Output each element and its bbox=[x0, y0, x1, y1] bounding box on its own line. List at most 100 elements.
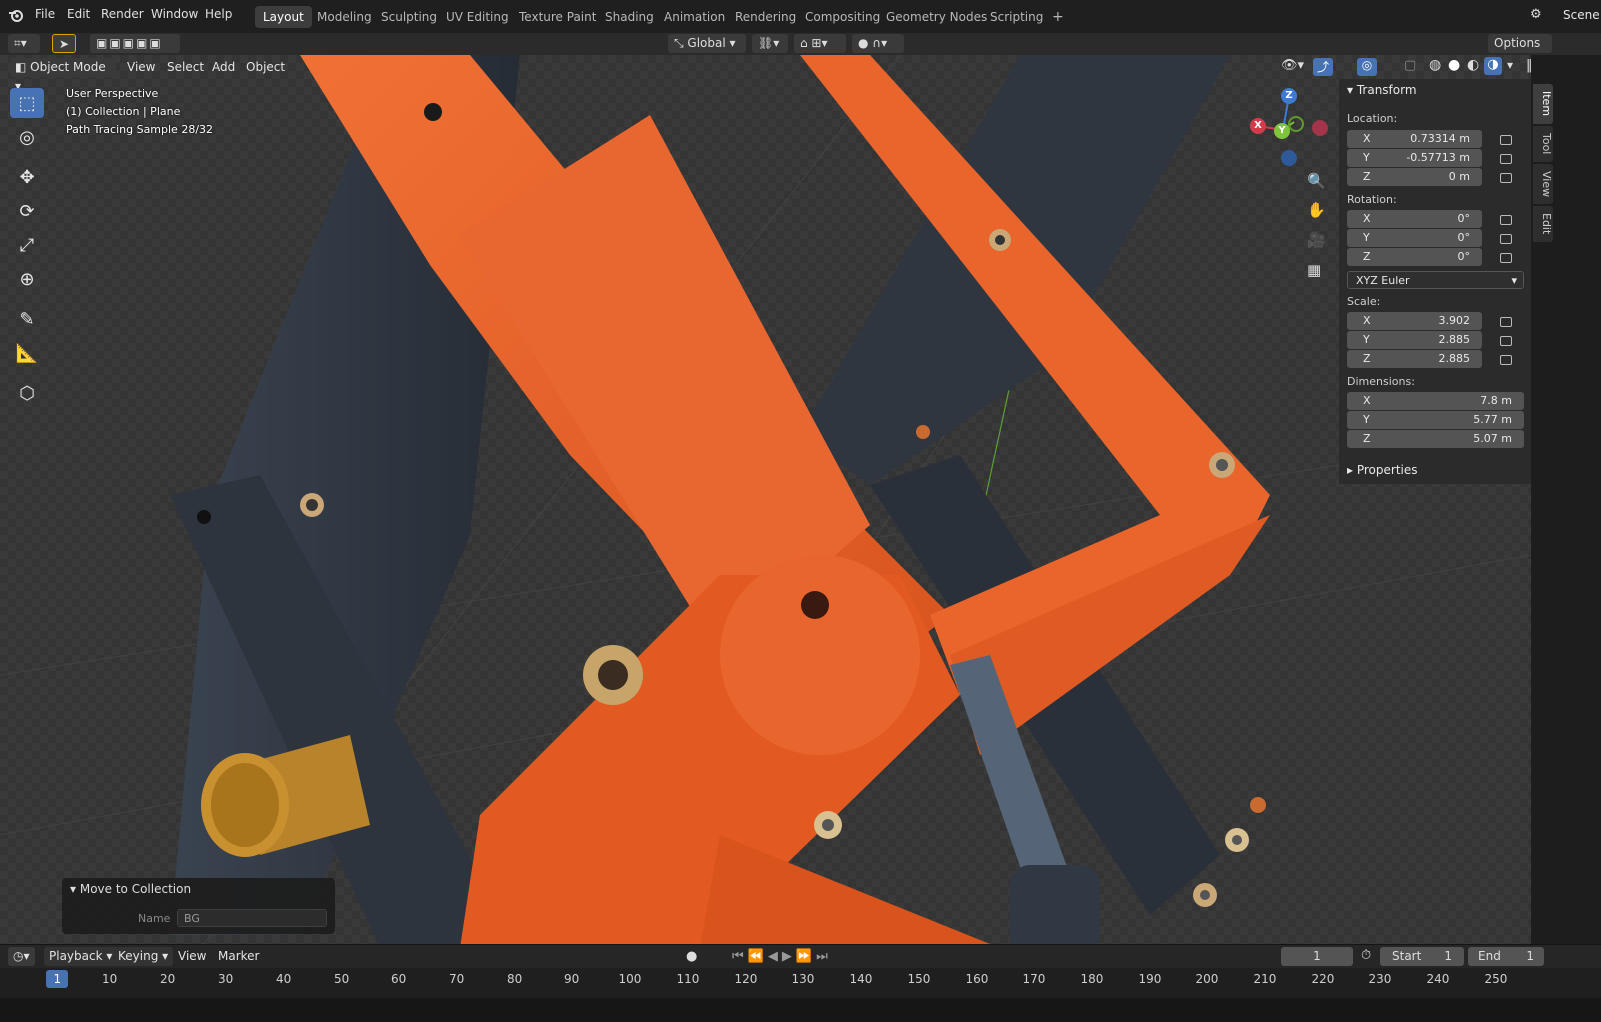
rotation-y-field[interactable]: Y 0° bbox=[1347, 229, 1482, 247]
playback-controls[interactable]: ⏮⏪◀▶⏩⏭ bbox=[732, 949, 832, 964]
gizmo-negative-y[interactable] bbox=[1288, 116, 1304, 132]
menu-view[interactable]: View bbox=[122, 58, 160, 77]
navigation-gizmo[interactable]: Z X Y bbox=[1246, 85, 1336, 170]
menu-keying[interactable]: Keying ▾ bbox=[113, 947, 174, 966]
rendered-shading-icon[interactable]: ◑ bbox=[1484, 57, 1502, 75]
scale-x-field[interactable]: X 3.902 bbox=[1347, 312, 1482, 330]
measure-tool-icon[interactable]: 📐 bbox=[10, 338, 44, 368]
menu-add[interactable]: Add bbox=[207, 58, 240, 77]
lock-icon[interactable] bbox=[1500, 215, 1512, 225]
lock-icon[interactable] bbox=[1500, 234, 1512, 244]
menu-render[interactable]: Render bbox=[101, 7, 144, 21]
menu-file[interactable]: File bbox=[35, 7, 55, 21]
menu-help[interactable]: Help bbox=[205, 7, 232, 21]
current-frame-field[interactable]: 1 bbox=[1281, 947, 1353, 966]
menu-timeline-view[interactable]: View bbox=[173, 947, 211, 966]
properties-header[interactable]: ▸ Properties bbox=[1347, 463, 1418, 477]
visibility-icon[interactable]: 👁▾ bbox=[1281, 58, 1304, 73]
transform-orientation-dropdown[interactable]: ⤡ Global ▾ bbox=[668, 34, 746, 53]
gizmo-z-axis[interactable]: Z bbox=[1281, 88, 1297, 104]
record-keyframe-icon[interactable]: ● bbox=[686, 949, 697, 964]
add-workspace-button[interactable]: + bbox=[1044, 6, 1072, 28]
location-y-field[interactable]: Y -0.57713 m bbox=[1347, 149, 1482, 167]
timeline-ruler[interactable]: 1 10 20 30 40 50 60 70 80 90 100 110 120 130 140 150 160… bbox=[0, 968, 1601, 998]
add-cube-tool-icon[interactable]: ⬡ bbox=[10, 378, 44, 408]
pause-render-icon[interactable]: ‖ bbox=[1526, 58, 1533, 73]
options-dropdown[interactable]: Options ▾ bbox=[1488, 34, 1552, 69]
select-box-tool-icon[interactable]: ⬚ bbox=[10, 88, 44, 118]
tab-layout[interactable]: Layout bbox=[255, 6, 312, 28]
tab-geometry-nodes[interactable]: Geometry Nodes bbox=[878, 6, 995, 28]
lock-icon[interactable] bbox=[1500, 173, 1512, 183]
annotate-tool-icon[interactable]: ✎ bbox=[10, 304, 44, 334]
lock-icon[interactable] bbox=[1500, 336, 1512, 346]
menu-object[interactable]: Object bbox=[241, 58, 290, 77]
scale-y-field[interactable]: Y 2.885 bbox=[1347, 331, 1482, 349]
timeline-editor-type-button[interactable]: ◷▾ bbox=[8, 947, 35, 966]
end-frame-field[interactable]: End 1 bbox=[1468, 947, 1544, 966]
3d-viewport[interactable] bbox=[0, 55, 1531, 948]
xray-toggle-icon[interactable]: ▢ bbox=[1404, 58, 1416, 73]
rotation-z-field[interactable]: Z 0° bbox=[1347, 248, 1482, 266]
ortho-grid-icon[interactable]: ▦ bbox=[1307, 261, 1321, 279]
menu-playback[interactable]: Playback ▾ bbox=[44, 947, 118, 966]
operator-panel-header[interactable]: ▾ Move to Collection bbox=[70, 882, 191, 896]
scale-z-field[interactable]: Z 2.885 bbox=[1347, 350, 1482, 368]
select-mode-buttons[interactable]: ▣▣▣▣▣ bbox=[90, 34, 180, 53]
gizmo-x-axis[interactable]: X bbox=[1250, 118, 1266, 134]
proportional-edit-toggle[interactable]: ● ∩▾ bbox=[852, 34, 904, 53]
tab-view[interactable]: View bbox=[1533, 164, 1553, 204]
tab-sculpting[interactable]: Sculpting bbox=[373, 6, 445, 28]
scene-selector-icon[interactable]: ⚙ bbox=[1530, 7, 1542, 22]
start-frame-field[interactable]: Start 1 bbox=[1380, 947, 1464, 966]
pan-hand-icon[interactable]: ✋ bbox=[1307, 201, 1326, 219]
pivot-point-dropdown[interactable]: ⛓▾ bbox=[752, 34, 788, 53]
menu-window[interactable]: Window bbox=[151, 7, 198, 21]
tab-scripting[interactable]: Scripting bbox=[982, 6, 1051, 28]
menu-edit[interactable]: Edit bbox=[67, 7, 90, 21]
scale-tool-icon[interactable]: ⤢ bbox=[10, 230, 44, 260]
collection-name-input[interactable]: BG bbox=[177, 909, 327, 927]
tab-edit[interactable]: Edit bbox=[1533, 206, 1553, 242]
rotate-tool-icon[interactable]: ⟳ bbox=[10, 196, 44, 226]
tab-texture-paint[interactable]: Texture Paint bbox=[511, 6, 604, 28]
cursor-tool-icon[interactable]: ◎ bbox=[10, 122, 44, 152]
stopwatch-icon[interactable]: ⏱ bbox=[1361, 948, 1371, 963]
camera-view-icon[interactable]: 🎥 bbox=[1307, 231, 1326, 249]
snap-toggle[interactable]: ⌂ ⊞▾ bbox=[794, 34, 846, 53]
material-shading-icon[interactable]: ◐ bbox=[1467, 57, 1479, 73]
scene-label[interactable]: Scene bbox=[1563, 8, 1600, 22]
tab-tool[interactable]: Tool bbox=[1533, 126, 1553, 162]
tab-modeling[interactable]: Modeling bbox=[309, 6, 380, 28]
solid-shading-icon[interactable]: ● bbox=[1448, 57, 1460, 73]
lock-icon[interactable] bbox=[1500, 253, 1512, 263]
object-mode-dropdown[interactable]: ◧ Object Mode ▾ bbox=[10, 58, 116, 93]
rotation-x-field[interactable]: X 0° bbox=[1347, 210, 1482, 228]
transform-header[interactable]: ▾ Transform bbox=[1347, 83, 1417, 97]
editor-type-button[interactable]: ⌗▾ bbox=[8, 34, 40, 53]
tab-shading[interactable]: Shading bbox=[597, 6, 662, 28]
blender-logo-icon[interactable] bbox=[8, 7, 24, 23]
tab-rendering[interactable]: Rendering bbox=[727, 6, 804, 28]
dimensions-x-field[interactable]: X 7.8 m bbox=[1347, 392, 1524, 410]
lock-icon[interactable] bbox=[1500, 355, 1512, 365]
zoom-icon[interactable]: 🔍 bbox=[1307, 172, 1326, 190]
gizmo-negative-x[interactable] bbox=[1312, 120, 1328, 136]
location-x-field[interactable]: X 0.73314 m bbox=[1347, 130, 1482, 148]
menu-select[interactable]: Select bbox=[162, 58, 209, 77]
tab-item[interactable]: Item bbox=[1533, 84, 1553, 124]
tab-animation[interactable]: Animation bbox=[656, 6, 733, 28]
rotation-mode-dropdown[interactable]: XYZ Euler ▾ bbox=[1347, 271, 1524, 289]
shading-options-icon[interactable]: ▾ bbox=[1507, 58, 1513, 72]
overlays-toggle-icon[interactable]: ◎ bbox=[1357, 58, 1377, 76]
transform-tool-icon[interactable]: ⊕ bbox=[10, 264, 44, 294]
dimensions-y-field[interactable]: Y 5.77 m bbox=[1347, 411, 1524, 429]
lock-icon[interactable] bbox=[1500, 317, 1512, 327]
menu-marker[interactable]: Marker bbox=[213, 947, 264, 966]
location-z-field[interactable]: Z 0 m bbox=[1347, 168, 1482, 186]
tab-uv-editing[interactable]: UV Editing bbox=[438, 6, 517, 28]
dimensions-z-field[interactable]: Z 5.07 m bbox=[1347, 430, 1524, 448]
move-tool-icon[interactable]: ✥ bbox=[10, 162, 44, 192]
lock-icon[interactable] bbox=[1500, 135, 1512, 145]
select-tool-icon[interactable]: ➤ bbox=[52, 34, 76, 53]
